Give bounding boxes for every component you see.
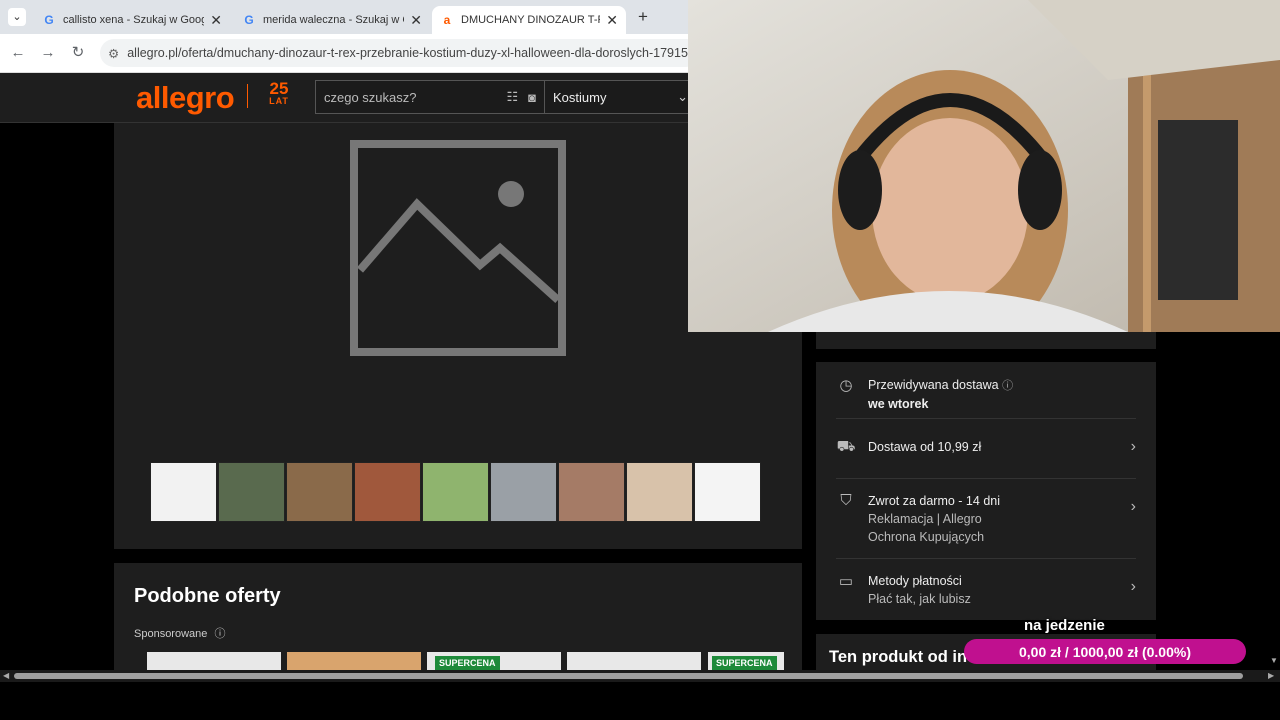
offer-panel-bottom [816, 332, 1156, 349]
donation-progress-bar: 0,00 zł / 1000,00 zł (0.00%) [964, 639, 1246, 664]
thumbnail[interactable] [286, 462, 353, 522]
logo-divider [247, 84, 248, 108]
expected-delivery-row: ◷ Przewidywana dostawa ⓘ we wtorek [836, 376, 1136, 413]
tab-allegro[interactable]: a DMUCHANY DINOZAUR T-REX ✕ [432, 6, 626, 34]
offer-card[interactable] [147, 652, 281, 670]
chevron-right-icon: › [1130, 438, 1136, 455]
wallet-icon: ▭ [838, 573, 854, 590]
thumbnail[interactable] [150, 462, 217, 522]
thumbnail[interactable] [490, 462, 557, 522]
anniversary-badge: 25 LAT [269, 79, 289, 106]
thumbnail[interactable] [218, 462, 285, 522]
scroll-down-icon[interactable]: ▼ [1270, 656, 1278, 665]
tab-list-button[interactable]: ⌄ [8, 8, 26, 26]
scroll-right-icon[interactable]: ▶ [1268, 671, 1274, 680]
back-icon[interactable]: ← [8, 44, 28, 62]
thumbnail[interactable] [354, 462, 421, 522]
scrollbar-thumb[interactable] [14, 673, 1243, 679]
divider [836, 418, 1136, 419]
shipping-row[interactable]: ⛟ Dostawa od 10,99 zł › [836, 438, 1136, 458]
payment-methods-row[interactable]: ▭ Metody płatności Płać tak, jak lubisz … [836, 572, 1136, 608]
image-placeholder-icon[interactable] [350, 140, 566, 356]
search-input[interactable]: czego szukasz? ☷ ◙ [315, 80, 545, 114]
offer-card[interactable] [287, 652, 421, 670]
info-icon[interactable]: ⓘ [214, 628, 225, 640]
chevron-right-icon: › [1130, 498, 1136, 515]
seller-heading: Ten produkt od in [829, 648, 968, 666]
scroll-left-icon[interactable]: ◀ [3, 671, 9, 680]
offer-card[interactable] [567, 652, 701, 670]
category-select[interactable]: Kostiumy ⌄ [545, 80, 695, 114]
reload-icon[interactable]: ↻ [68, 44, 88, 62]
allegro-icon: a [443, 13, 451, 27]
supercena-badge: SUPERCENA [435, 656, 500, 670]
google-icon: G [244, 13, 254, 27]
camera-icon[interactable]: ◙ [528, 90, 536, 105]
tab-merida[interactable]: G merida waleczna - Szukaj w Goo ✕ [234, 6, 430, 34]
url-field[interactable]: ⚙ allegro.pl/oferta/dmuchany-dinozaur-t-… [100, 39, 700, 67]
thumbnail[interactable] [626, 462, 693, 522]
shield-icon: ⛉ [840, 492, 852, 509]
chevron-down-icon: ⌄ [677, 89, 688, 104]
truck-icon: ⛟ [836, 438, 856, 455]
chevron-right-icon: › [1130, 578, 1136, 595]
clock-icon: ◷ [839, 377, 853, 394]
offer-card[interactable]: SUPERCENA [708, 652, 784, 670]
webcam-overlay [688, 0, 1280, 332]
divider [836, 558, 1136, 559]
google-icon: G [44, 13, 54, 27]
info-icon[interactable]: ⓘ [1002, 380, 1013, 392]
supercena-badge: SUPERCENA [712, 656, 777, 670]
site-info-icon[interactable]: ⚙ [108, 46, 119, 61]
returns-row[interactable]: ⛉ Zwrot za darmo - 14 dni Reklamacja | A… [836, 492, 1136, 546]
filter-icon[interactable]: ☷ [506, 89, 518, 105]
forward-icon[interactable]: → [38, 44, 58, 62]
section-title: Podobne oferty [134, 585, 281, 607]
divider [836, 478, 1136, 479]
donation-goal-label: na jedzenie [1024, 617, 1105, 634]
allegro-logo[interactable]: allegro [136, 80, 235, 116]
close-icon[interactable]: ✕ [410, 12, 422, 29]
close-icon[interactable]: ✕ [210, 12, 222, 29]
thumbnail[interactable] [694, 462, 761, 522]
close-icon[interactable]: ✕ [606, 12, 618, 29]
sponsored-label: Sponsorowane ⓘ [134, 628, 226, 640]
thumbnail[interactable] [422, 462, 489, 522]
tab-callisto[interactable]: G callisto xena - Szukaj w Google ✕ [34, 6, 230, 34]
new-tab-icon[interactable]: + [634, 8, 652, 26]
thumbnail[interactable] [558, 462, 625, 522]
thumbnail-strip [150, 462, 761, 522]
offer-card[interactable]: SUPERCENA [427, 652, 561, 670]
